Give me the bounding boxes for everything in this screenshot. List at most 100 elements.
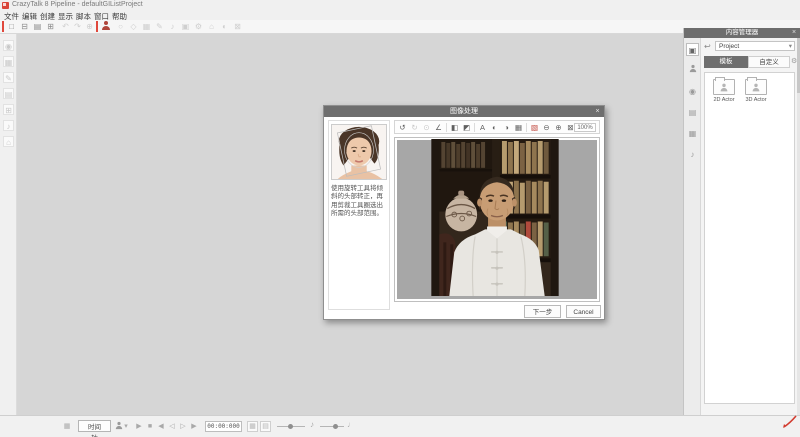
sketch-tool-icon[interactable]: ✎	[3, 72, 14, 83]
content-manager-title: 内容管理器	[684, 28, 800, 38]
zoom-tool-icon[interactable]: ○	[115, 21, 126, 32]
library-tool-icon[interactable]: ▤	[3, 88, 14, 99]
draw-icon[interactable]: ✎	[154, 21, 165, 32]
contrast-icon[interactable]: ◑	[501, 122, 512, 133]
stop-button[interactable]: ■	[145, 421, 155, 432]
sample-face-image	[331, 124, 387, 180]
redo-icon[interactable]: ↷	[72, 21, 83, 32]
rotate-left-icon[interactable]: ↺	[397, 122, 408, 133]
settings-icon[interactable]: ⚙	[193, 21, 204, 32]
back-icon[interactable]: ↩	[704, 42, 711, 51]
play-button[interactable]: ▶	[134, 421, 144, 432]
to-start-button[interactable]: ◀	[156, 421, 166, 432]
flip-vertical-icon[interactable]: ◩	[461, 122, 472, 133]
flip-horizontal-icon[interactable]: ◧	[449, 122, 460, 133]
toolbar-accent-bar	[2, 21, 4, 32]
cancel-button[interactable]: Cancel	[566, 305, 601, 318]
scene-icon[interactable]: ⌂	[206, 21, 217, 32]
color-icon[interactable]: ◐	[489, 122, 500, 133]
animation-category-icon[interactable]: ▤	[686, 106, 699, 119]
toolbar-separator	[474, 123, 475, 132]
open-project-icon[interactable]: ⊟	[19, 21, 30, 32]
toolbar-accent-bar-2	[96, 21, 98, 32]
frame-mode-icon[interactable]: ▦	[247, 421, 258, 432]
portrait-photo	[431, 139, 559, 296]
app-logo-icon	[2, 2, 9, 9]
image-canvas[interactable]	[394, 137, 600, 302]
zoom-level-box[interactable]: 100%	[574, 123, 596, 132]
contrast-icon[interactable]: ◐	[219, 21, 230, 32]
history-icon[interactable]: ⊕	[84, 21, 95, 32]
crop-icon[interactable]: ▧	[529, 122, 540, 133]
image-process-dialog: 图像处理 ×	[323, 105, 605, 320]
timeline-bar: ▦ 时间轴 ▾ ▶ ■ ◀ ◁ ▷ ▶ ↻ 00:00:000 ▦ ▤ ♪ ♩	[0, 415, 800, 437]
folder-category-icon[interactable]: ▣	[686, 43, 699, 56]
home-tool-icon[interactable]: ⌂	[3, 136, 14, 147]
new-project-icon[interactable]: □	[6, 21, 17, 32]
main-toolbar: □ ⊟ ▤ ⊞ ↶ ↷ ⊕ ○ ◇ ▦ ✎ ♪ ▣ ⚙ ⌂ ◐ ⊠	[0, 20, 800, 34]
tab-custom[interactable]: 自定义	[748, 56, 790, 68]
item-label: 2D Actor	[711, 97, 737, 103]
dialog-instructions: 使用旋转工具将倾斜的头部转正，再用剪裁工具圈选出所需的头部范围。	[331, 185, 388, 219]
project-dropdown[interactable]: Project ▾	[715, 41, 795, 51]
image-layer-icon[interactable]: ▦	[141, 21, 152, 32]
free-rotate-icon[interactable]: ⊙	[421, 122, 432, 133]
media-category-icon[interactable]: ♪	[686, 148, 699, 161]
toolbar-separator	[446, 123, 447, 132]
brightness-icon[interactable]: A	[477, 122, 488, 133]
grid-toggle-icon[interactable]: ▦	[62, 421, 72, 432]
timeline-button[interactable]: 时间轴	[78, 420, 111, 432]
speed-slider[interactable]	[277, 426, 305, 427]
red-pen-mark	[782, 415, 798, 429]
actor-icon[interactable]	[100, 21, 111, 32]
folder-icon	[713, 79, 735, 95]
video-icon[interactable]: ▣	[180, 21, 191, 32]
dialog-title: 图像处理	[324, 106, 604, 117]
menu-bar: 文件 编辑 创建 显示 脚本 窗口 帮助	[0, 10, 800, 20]
grid-tool-icon[interactable]: ⊞	[3, 104, 14, 115]
prev-frame-button[interactable]: ◁	[167, 421, 177, 432]
export-icon[interactable]: ⊠	[232, 21, 243, 32]
keyframe-mode-icon[interactable]: ▤	[260, 421, 271, 432]
list-item-3d-actor[interactable]: 3D Actor	[743, 79, 769, 103]
project-dropdown-label: Project	[719, 43, 739, 50]
zoom-in-icon[interactable]: ⊕	[553, 122, 564, 133]
levels-icon[interactable]: ▦	[513, 122, 524, 133]
head-category-icon[interactable]: ◉	[686, 85, 699, 98]
item-label: 3D Actor	[743, 97, 769, 103]
content-category-column: ▣ ◉ ▤ ▦ ♪	[684, 38, 701, 415]
face-tool-icon[interactable]: ◉	[3, 40, 14, 51]
actor-category-icon[interactable]	[686, 64, 699, 77]
dialog-close-icon[interactable]: ×	[593, 106, 602, 117]
rotate-right-icon[interactable]: ↻	[409, 122, 420, 133]
toolbar-separator	[526, 123, 527, 132]
background-tool-icon[interactable]: ▦	[3, 56, 14, 67]
face-select-chevron-icon[interactable]: ▾	[123, 421, 129, 432]
audio-icon[interactable]: ♪	[167, 21, 178, 32]
volume-slider[interactable]	[320, 426, 344, 427]
project-grid-icon[interactable]: ⊞	[45, 21, 56, 32]
list-item-2d-actor[interactable]: 2D Actor	[711, 79, 737, 103]
folder-icon	[745, 79, 767, 95]
next-step-button[interactable]: 下一步	[524, 305, 561, 318]
library-category-icon[interactable]: ▦	[686, 127, 699, 140]
to-end-button[interactable]: ▶	[189, 421, 199, 432]
content-list: 2D Actor 3D Actor	[704, 72, 795, 404]
content-manager-close-icon[interactable]: ×	[790, 28, 798, 38]
zoom-out-icon[interactable]: ⊖	[541, 122, 552, 133]
music-note-icon: ♩	[347, 420, 355, 429]
volume-slider-handle[interactable]	[333, 424, 338, 429]
application-window: CrazyTalk 8 Pipeline - defaultGIListProj…	[0, 0, 800, 437]
tab-template[interactable]: 模板	[704, 56, 748, 68]
sample-woman-illustration	[332, 125, 386, 179]
audio-tool-icon[interactable]: ♪	[3, 120, 14, 131]
speed-slider-handle[interactable]	[288, 424, 293, 429]
save-project-icon[interactable]: ▤	[32, 21, 43, 32]
man-portrait-illustration	[431, 139, 559, 296]
angle-icon[interactable]: ∠	[433, 122, 444, 133]
content-manager-panel: 内容管理器 × ▣ ◉ ▤ ▦ ♪ ↩ Project ▾ 模板 自定义 ⚙ 2…	[683, 28, 800, 415]
undo-icon[interactable]: ↶	[60, 21, 71, 32]
image-toolbar: ↺ ↻ ⊙ ∠ ◧ ◩ A ◐ ◑ ▦ ▧ ⊖ ⊕ ⊠ ⊡ 100%	[394, 120, 600, 134]
next-frame-button[interactable]: ▷	[178, 421, 188, 432]
camera-icon[interactable]: ◇	[128, 21, 139, 32]
